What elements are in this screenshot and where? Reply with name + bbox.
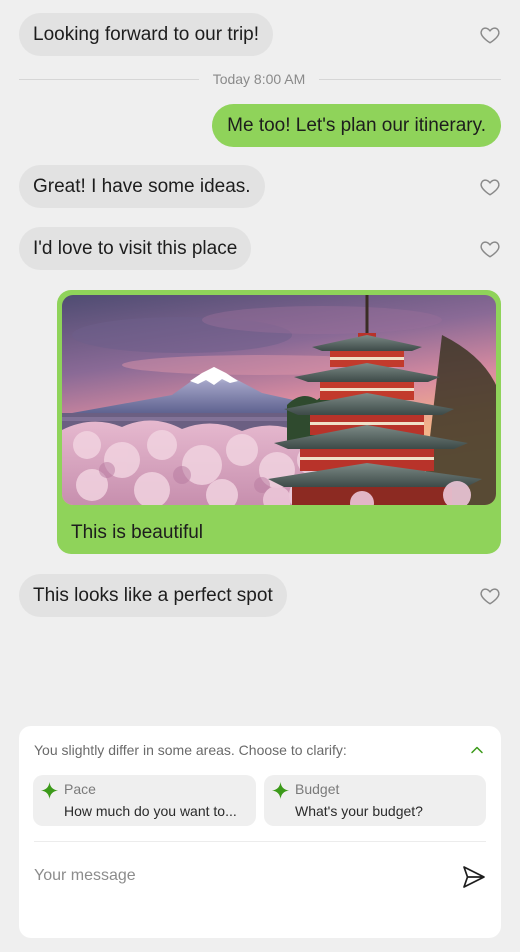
incoming-message: Looking forward to our trip! [19, 13, 274, 56]
timestamp-divider: Today 8:00 AM [212, 71, 306, 87]
message-text: This looks like a perfect spot [33, 584, 273, 606]
heart-icon[interactable] [479, 176, 501, 198]
sparkle-icon [40, 781, 59, 800]
heart-icon[interactable] [479, 238, 501, 260]
message-text: Great! I have some ideas. [33, 175, 251, 197]
outgoing-message: Me too! Let's plan our itinerary. [212, 104, 501, 147]
heart-icon[interactable] [479, 24, 501, 46]
message-text: Me too! Let's plan our itinerary. [227, 114, 486, 136]
clarify-chip-pace[interactable]: Pace How much do you want to... [33, 775, 256, 826]
incoming-message: This looks like a perfect spot [19, 574, 287, 617]
clarify-title: You slightly differ in some areas. Choos… [34, 742, 347, 758]
message-text: I'd love to visit this place [33, 237, 238, 259]
chevron-up-icon[interactable] [469, 742, 485, 758]
divider-line [19, 79, 199, 80]
sparkle-icon [271, 781, 290, 800]
chip-title: Pace [64, 781, 96, 797]
chip-title: Budget [295, 781, 340, 797]
message-text: Looking forward to our trip! [33, 23, 260, 45]
clarify-chip-budget[interactable]: Budget What's your budget? [264, 775, 486, 826]
image-caption: This is beautiful [71, 522, 204, 543]
incoming-message: Great! I have some ideas. [19, 165, 265, 208]
clarify-panel: You slightly differ in some areas. Choos… [19, 726, 501, 938]
incoming-message: I'd love to visit this place [19, 227, 252, 270]
divider-line [319, 79, 501, 80]
chip-subtitle: What's your budget? [295, 803, 423, 819]
shared-photo[interactable] [62, 295, 496, 505]
composer-divider [34, 841, 486, 842]
outgoing-image-message: This is beautiful [57, 290, 501, 554]
pagoda-mountain-photo [62, 295, 496, 505]
message-input[interactable] [34, 864, 434, 888]
send-icon[interactable] [461, 864, 487, 890]
chip-subtitle: How much do you want to... [64, 803, 237, 819]
heart-icon[interactable] [479, 585, 501, 607]
